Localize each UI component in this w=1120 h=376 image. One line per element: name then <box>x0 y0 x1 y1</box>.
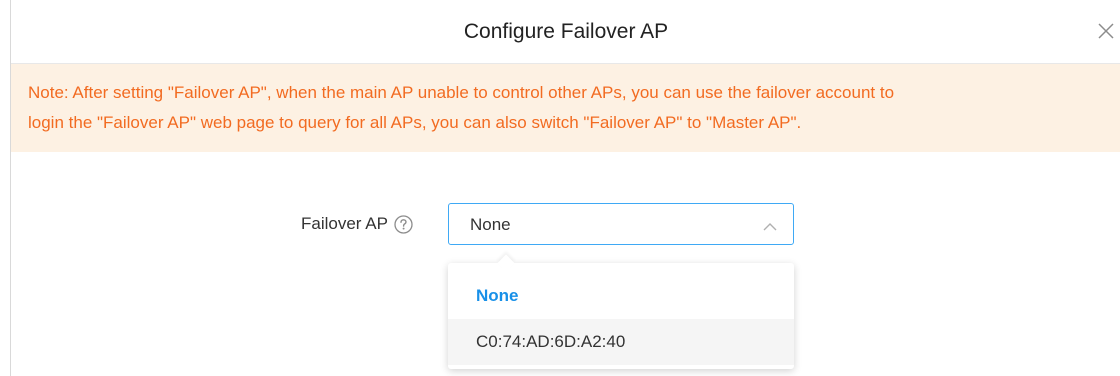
chevron-up-icon <box>763 219 777 231</box>
note-line-2: login the "Failover AP" web page to quer… <box>28 113 802 132</box>
dropdown-option-none[interactable]: None <box>448 273 794 319</box>
failover-ap-label-text: Failover AP <box>301 214 388 233</box>
configure-failover-dialog: Configure Failover AP Note: After settin… <box>10 0 1120 376</box>
dialog-title: Configure Failover AP <box>463 20 669 43</box>
failover-ap-dropdown: None C0:74:AD:6D:A2:40 <box>448 254 794 369</box>
question-circle-icon[interactable] <box>394 214 413 234</box>
close-icon[interactable] <box>1097 22 1115 40</box>
select-value: None <box>470 215 511 234</box>
failover-note: Note: After setting "Failover AP", when … <box>11 64 1120 152</box>
dialog-header: Configure Failover AP <box>11 0 1120 64</box>
dropdown-option-mac[interactable]: C0:74:AD:6D:A2:40 <box>448 319 794 365</box>
failover-ap-select[interactable]: None <box>448 203 794 245</box>
note-line-1: Note: After setting "Failover AP", when … <box>28 83 895 102</box>
failover-ap-label: Failover AP <box>301 212 413 236</box>
dropdown-caret <box>497 254 515 272</box>
